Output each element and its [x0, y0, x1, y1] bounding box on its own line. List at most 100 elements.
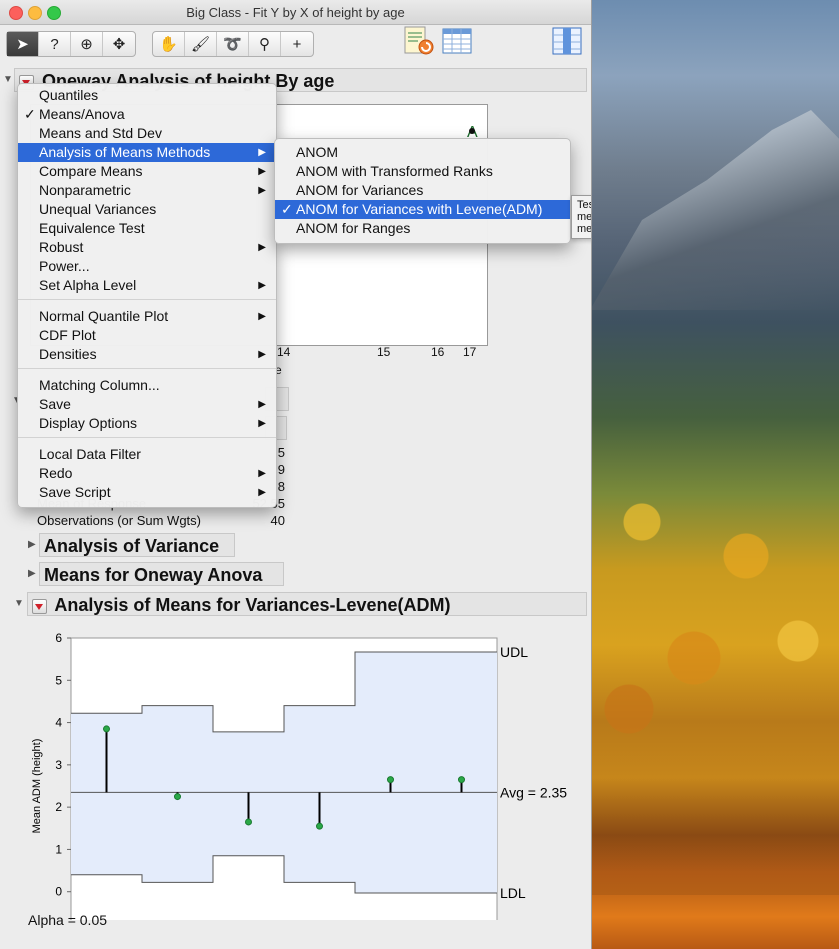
- submenu-arrow-icon: ▶: [258, 487, 266, 498]
- menu-item-normal-quantile-plot[interactable]: Normal Quantile Plot ▶: [18, 307, 276, 326]
- summary-value: 9: [277, 462, 285, 477]
- anom-chart[interactable]: -10123456121314151617ageMean ADM (height…: [0, 620, 591, 920]
- submenu-item-anom-with-transformed-ranks[interactable]: ANOM with Transformed Ranks: [275, 162, 570, 181]
- menu-item-label: Means and Std Dev: [39, 125, 162, 141]
- menu-item-label: Matching Column...: [39, 377, 160, 393]
- grabber-tool-button[interactable]: ✋: [153, 32, 185, 56]
- submenu-item-anom-for-variances[interactable]: ANOM for Variances: [275, 181, 570, 200]
- anova-outline-header[interactable]: Analysis of Variance: [39, 533, 235, 557]
- menu-item-label: Display Options: [39, 415, 138, 431]
- menu-item-local-data-filter[interactable]: Local Data Filter: [18, 445, 276, 464]
- menu-item-unequal-variances[interactable]: Unequal Variances: [18, 200, 276, 219]
- anova-title: Analysis of Variance: [44, 536, 220, 556]
- menu-item-label: CDF Plot: [39, 327, 96, 343]
- menu-item-save-script[interactable]: Save Script ▶: [18, 483, 276, 502]
- menu-item-label: Robust: [39, 239, 84, 255]
- anom-disclosure-icon[interactable]: ▼: [14, 598, 24, 609]
- menu-item-analysis-of-means-methods[interactable]: Analysis of Means Methods ▶: [18, 143, 276, 162]
- menu-separator: [18, 437, 276, 438]
- menu-item-robust[interactable]: Robust ▶: [18, 238, 276, 257]
- submenu-arrow-icon: ▶: [258, 166, 266, 177]
- scroller-tool-button[interactable]: ✥: [103, 32, 135, 56]
- data-point-14[interactable]: [245, 818, 252, 826]
- menu-item-quantiles[interactable]: Quantiles: [18, 86, 276, 105]
- submenu-item-anom-for-ranges[interactable]: ANOM for Ranges: [275, 219, 570, 238]
- data-point-13[interactable]: [174, 793, 181, 801]
- menu-item-nonparametric[interactable]: Nonparametric ▶: [18, 181, 276, 200]
- tool-group-2: ✋ 🖌 ➰ ⚲ +: [152, 31, 314, 57]
- menu-item-power[interactable]: Power...: [18, 257, 276, 276]
- arrow-icon: ➤: [16, 36, 29, 53]
- submenu-item-label: ANOM with Transformed Ranks: [296, 163, 493, 179]
- submenu-arrow-icon: ▶: [258, 399, 266, 410]
- wallpaper-lake: [590, 895, 839, 949]
- menu-item-label: Quantiles: [39, 87, 99, 103]
- move-arrows-icon: ✥: [112, 36, 126, 53]
- red-triangle-context-menu: Quantiles ✓ Means/Anova Means and Std Dev An…: [17, 83, 277, 508]
- menu-item-cdf-plot[interactable]: CDF Plot: [18, 326, 276, 345]
- checkmark-icon: ✓: [281, 201, 293, 217]
- submenu-item-anom[interactable]: ANOM: [275, 143, 570, 162]
- y-tick-label: 1: [55, 842, 62, 856]
- brush-tool-button[interactable]: 🖌: [185, 32, 217, 56]
- menu-item-label: Set Alpha Level: [39, 277, 137, 293]
- script-journal-icon[interactable]: [403, 25, 435, 57]
- selection-tool-button[interactable]: ⊕: [71, 32, 103, 56]
- menu-item-set-alpha-level[interactable]: Set Alpha Level ▶: [18, 276, 276, 295]
- menu-item-display-options[interactable]: Display Options ▶: [18, 414, 276, 433]
- lasso-tool-button[interactable]: ➰: [217, 32, 249, 56]
- submenu-arrow-icon: ▶: [258, 349, 266, 360]
- anova-disclosure-icon[interactable]: ▶: [28, 539, 36, 550]
- center-label: Avg = 2.35: [500, 784, 567, 800]
- top-plot-tick-15: 15: [377, 345, 391, 359]
- anom-outline-header[interactable]: Analysis of Means for Variances-Levene(A…: [27, 592, 587, 616]
- means-disclosure-icon[interactable]: ▶: [28, 568, 36, 579]
- wallpaper-mountain: [590, 110, 839, 310]
- submenu-item-label: ANOM: [296, 144, 338, 160]
- anom-title: Analysis of Means for Variances-Levene(A…: [54, 595, 451, 615]
- data-point-15[interactable]: [316, 822, 323, 830]
- menu-item-redo[interactable]: Redo ▶: [18, 464, 276, 483]
- menu-item-densities[interactable]: Densities ▶: [18, 345, 276, 364]
- menu-item-equivalence-test[interactable]: Equivalence Test: [18, 219, 276, 238]
- question-mark-icon: ?: [50, 35, 59, 53]
- window-title: Big Class - Fit Y by X of height by age: [186, 5, 405, 20]
- title-bar[interactable]: Big Class - Fit Y by X of height by age: [0, 0, 591, 25]
- wallpaper-trees: [590, 420, 839, 760]
- data-point-17[interactable]: [458, 776, 465, 784]
- data-point-16[interactable]: [387, 776, 394, 784]
- menu-item-means-anova[interactable]: ✓ Means/Anova: [18, 105, 276, 124]
- menu-item-label: Means/Anova: [39, 106, 125, 122]
- menu-item-compare-means[interactable]: Compare Means ▶: [18, 162, 276, 181]
- alpha-label: Alpha = 0.05: [28, 912, 108, 928]
- submenu-arrow-icon: ▶: [258, 311, 266, 322]
- menu-item-label: Nonparametric: [39, 182, 131, 198]
- help-tool-button[interactable]: ?: [39, 32, 71, 56]
- submenu-item-anom-for-variances-with-levene-adm[interactable]: ✓ ANOM for Variances with Levene(ADM): [275, 200, 570, 219]
- data-table-icon[interactable]: [441, 25, 473, 57]
- menu-item-label: Densities: [39, 346, 97, 362]
- observations-value: 40: [270, 513, 285, 528]
- oneway-disclosure-icon[interactable]: ▼: [3, 74, 13, 85]
- crosshair-tool-button[interactable]: +: [281, 32, 313, 56]
- y-tick-label: 5: [55, 673, 62, 687]
- data-point-12[interactable]: [103, 725, 110, 733]
- submenu-item-label: ANOM for Variances: [296, 182, 424, 198]
- plot-point: [469, 128, 475, 134]
- submenu-arrow-icon: ▶: [258, 280, 266, 291]
- y-tick-label: 6: [55, 631, 62, 645]
- menu-item-save[interactable]: Save ▶: [18, 395, 276, 414]
- red-triangle-menu-icon[interactable]: [32, 598, 47, 614]
- means-outline-header[interactable]: Means for Oneway Anova: [39, 562, 284, 586]
- checkmark-icon: ✓: [24, 106, 36, 122]
- magnifier-tool-button[interactable]: ⚲: [249, 32, 281, 56]
- hand-icon: ✋: [159, 36, 178, 53]
- top-plot-tick-14: 14: [277, 345, 291, 359]
- lasso-icon: ➰: [223, 36, 242, 53]
- menu-item-means-and-std-dev[interactable]: Means and Std Dev: [18, 124, 276, 143]
- arrow-tool-button[interactable]: ➤: [7, 32, 39, 56]
- menu-item-matching-column[interactable]: Matching Column...: [18, 376, 276, 395]
- panel-layout-icon[interactable]: [551, 25, 583, 57]
- submenu-arrow-icon: ▶: [258, 418, 266, 429]
- magnifier-icon: ⚲: [259, 36, 270, 53]
